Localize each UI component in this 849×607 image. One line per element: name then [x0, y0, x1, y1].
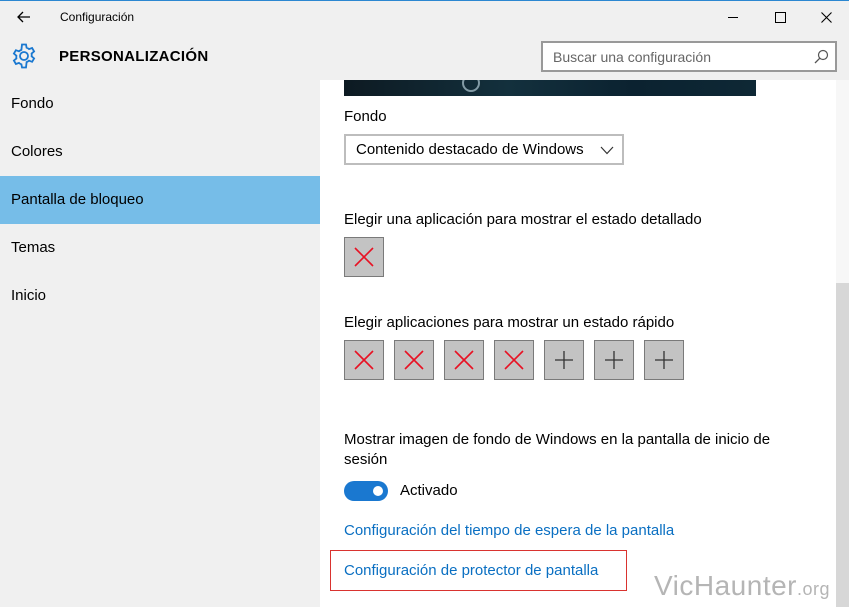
gear-icon: [12, 43, 36, 69]
detailed-status-app-slot[interactable]: [344, 237, 384, 277]
quick-status-slot-1[interactable]: [344, 340, 384, 380]
quick-status-slot-7[interactable]: [644, 340, 684, 380]
sidebar-item-pantalla-de-bloqueo[interactable]: Pantalla de bloqueo: [0, 176, 320, 224]
none-x-icon: [504, 350, 524, 370]
sidebar: Fondo Colores Pantalla de bloqueo Temas …: [0, 80, 320, 607]
background-dropdown-value: Contenido destacado de Windows: [356, 141, 584, 158]
maximize-button[interactable]: [757, 2, 803, 32]
plus-icon: [555, 351, 573, 369]
toggle-state-label: Activado: [400, 482, 458, 499]
watermark-text: VicHaunter: [654, 570, 798, 601]
sidebar-item-fondo[interactable]: Fondo: [0, 80, 320, 128]
background-dropdown[interactable]: Contenido destacado de Windows: [344, 134, 624, 165]
title-bar: Configuración: [0, 1, 849, 32]
detailed-status-label: Elegir una aplicación para mostrar el es…: [344, 211, 702, 228]
screen-timeout-settings-link[interactable]: Configuración del tiempo de espera de la…: [344, 522, 674, 539]
search-box[interactable]: [541, 41, 837, 72]
none-x-icon: [404, 350, 424, 370]
plus-icon: [605, 351, 623, 369]
quick-status-slot-5[interactable]: [544, 340, 584, 380]
scrollbar-thumb[interactable]: [836, 283, 849, 607]
none-x-icon: [354, 350, 374, 370]
search-icon[interactable]: [814, 49, 829, 64]
quick-status-slot-6[interactable]: [594, 340, 634, 380]
show-background-toggle[interactable]: [344, 481, 388, 501]
window-title: Configuración: [60, 10, 135, 24]
back-button[interactable]: [8, 3, 40, 31]
close-icon: [820, 11, 832, 23]
minimize-button[interactable]: [710, 2, 756, 32]
sidebar-item-colores[interactable]: Colores: [0, 128, 320, 176]
quick-status-label: Elegir aplicaciones para mostrar un esta…: [344, 314, 675, 331]
quick-status-slot-2[interactable]: [394, 340, 434, 380]
search-input[interactable]: [543, 43, 805, 70]
quick-status-slot-4[interactable]: [494, 340, 534, 380]
page-title: PERSONALIZACIÓN: [59, 48, 209, 65]
close-button[interactable]: [803, 2, 849, 32]
chevron-down-icon: [600, 146, 614, 155]
back-arrow-icon: [17, 11, 30, 23]
settings-header: PERSONALIZACIÓN: [0, 32, 849, 80]
background-label: Fondo: [344, 108, 387, 125]
none-x-icon: [354, 247, 374, 267]
show-background-label: Mostrar imagen de fondo de Windows en la…: [344, 431, 771, 468]
lock-screen-preview-image: [344, 80, 756, 96]
none-x-icon: [454, 350, 474, 370]
watermark-suffix: .org: [797, 579, 831, 599]
minimize-icon: [727, 16, 738, 18]
maximize-icon: [774, 11, 786, 23]
quick-status-slot-3[interactable]: [444, 340, 484, 380]
screensaver-settings-link[interactable]: Configuración de protector de pantalla: [344, 562, 598, 579]
preview-decoration: [462, 80, 480, 92]
toggle-knob: [373, 486, 383, 496]
sidebar-item-inicio[interactable]: Inicio: [0, 272, 320, 320]
main-content: Fondo Contenido destacado de Windows Ele…: [320, 80, 849, 607]
plus-icon: [655, 351, 673, 369]
sidebar-item-temas[interactable]: Temas: [0, 224, 320, 272]
watermark: VicHaunter.org: [654, 570, 830, 602]
